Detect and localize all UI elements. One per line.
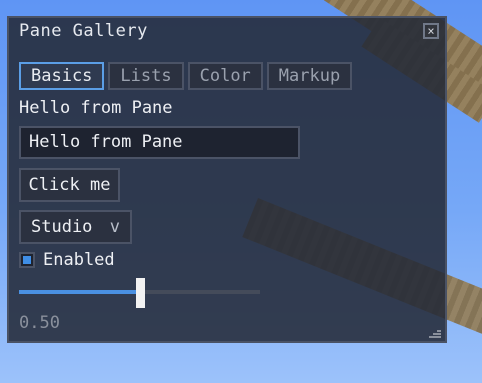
window-title: Pane Gallery <box>19 21 148 41</box>
slider-thumb[interactable] <box>135 278 145 308</box>
tab-color[interactable]: Color <box>187 62 263 90</box>
tab-lists[interactable]: Lists <box>108 62 184 90</box>
checkbox-check-mark <box>23 256 31 264</box>
enabled-checkbox-row[interactable]: Enabled <box>19 248 115 272</box>
tab-basics[interactable]: Basics <box>19 62 105 90</box>
text-field[interactable]: Hello from Pane <box>19 126 300 159</box>
tab-bar: Basics Lists Color Markup <box>19 62 353 90</box>
tab-markup[interactable]: Markup <box>266 62 353 90</box>
slider-value-readout: 0.50 <box>19 313 60 333</box>
title-bar[interactable]: Pane Gallery × <box>9 18 445 46</box>
enabled-label: Enabled <box>43 250 115 270</box>
hello-label: Hello from Pane <box>19 98 173 118</box>
enabled-checkbox[interactable] <box>19 252 35 268</box>
value-slider[interactable] <box>19 278 260 308</box>
close-icon[interactable]: × <box>423 23 439 39</box>
select-value: Studio <box>31 217 93 237</box>
click-me-button[interactable]: Click me <box>19 168 120 202</box>
resize-grip-icon[interactable] <box>429 330 441 338</box>
pane-gallery-window: Pane Gallery × Basics Lists Color Markup… <box>7 16 447 343</box>
studio-select[interactable]: Studio v <box>19 210 132 244</box>
slider-fill <box>19 290 140 294</box>
chevron-down-icon: v <box>109 217 120 237</box>
